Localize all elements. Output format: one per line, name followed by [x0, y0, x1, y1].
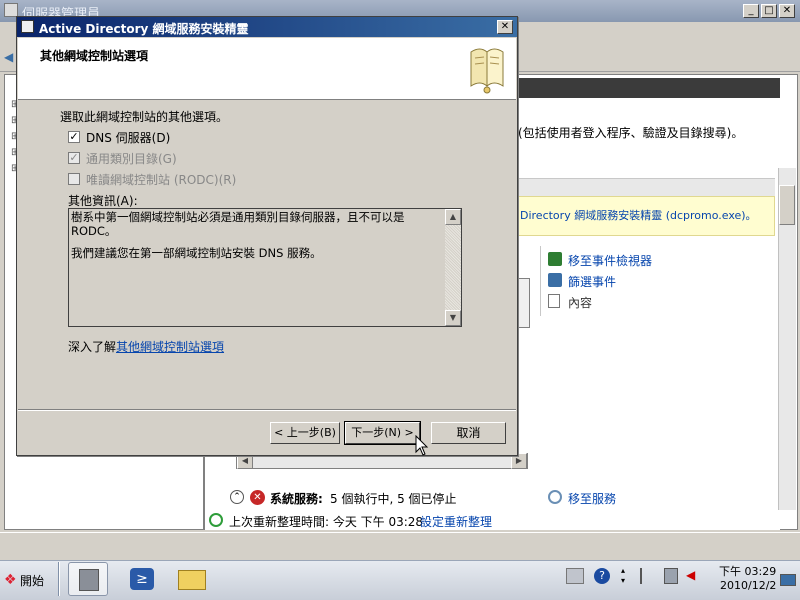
info-line-2: RODC。 [71, 224, 117, 238]
taskbar-powershell[interactable]: ≥ [122, 562, 162, 596]
dns-server-checkbox[interactable]: ✓ [68, 131, 80, 143]
refresh-icon [209, 513, 223, 527]
info-scroll-up-button[interactable]: ▲ [445, 209, 461, 225]
minimize-button[interactable]: _ [743, 4, 759, 18]
page-heading: 其他網域控制站選項 [40, 49, 149, 63]
info-line-1: 樹系中第一個網域控制站必須是通用類別目錄伺服器，且不可以是 [71, 210, 405, 224]
mouse-cursor-icon [415, 435, 429, 456]
dialog-title: Active Directory 網域服務安裝精靈 [39, 22, 249, 36]
next-button[interactable]: 下一步(N) > [344, 421, 421, 445]
taskbar-separator [58, 562, 60, 596]
notice-text[interactable]: Directory 網域服務安裝精靈 (dcpromo.exe)。 [520, 207, 757, 223]
refresh-time: 上次重新整理時間: 今天 下午 03:28 [229, 515, 424, 529]
cancel-button[interactable]: 取消 [431, 422, 506, 444]
info-textbox[interactable]: 樹系中第一個網域控制站必須是通用類別目錄伺服器，且不可以是 RODC。 我們建議… [68, 208, 462, 327]
show-desktop-icon[interactable] [780, 574, 796, 586]
keyboard-icon[interactable] [566, 568, 584, 584]
goto-services-link[interactable]: 移至服務 [568, 490, 616, 507]
maximize-button[interactable]: □ [761, 4, 777, 18]
collapse-icon[interactable]: ⌃ [230, 490, 244, 504]
properties-icon [548, 294, 560, 308]
dialog-header: 其他網域控制站選項 [18, 38, 516, 100]
dialog-titlebar: Active Directory 網域服務安裝精靈 [17, 17, 517, 37]
start-label: 開始 [20, 574, 45, 588]
powershell-icon: ≥ [130, 568, 154, 590]
footer-separator [18, 409, 516, 411]
dns-server-label[interactable]: DNS 伺服器(D) [86, 129, 170, 146]
close-button[interactable]: ✕ [779, 4, 795, 18]
refresh-status-bar: 上次重新整理時間: 今天 下午 03:28 設定重新整理 [205, 510, 780, 530]
configure-refresh-link[interactable]: 設定重新整理 [420, 513, 492, 530]
clock-time[interactable]: 下午 03:29 [719, 563, 776, 579]
volume-muted-icon[interactable]: ◀ [686, 568, 700, 584]
clock-date[interactable]: 2010/12/2 [720, 579, 776, 592]
tray-expand-icon[interactable]: ▴ ▾ [621, 566, 629, 586]
learn-more-text: 深入了解其他網域控制站選項 [68, 338, 224, 355]
options-prompt: 選取此網域控制站的其他選項。 [60, 110, 229, 124]
info-label: 其他資訊(A): [68, 194, 138, 208]
help-icon[interactable]: ? [594, 568, 610, 584]
taskbar-explorer[interactable] [172, 562, 212, 596]
flag-icon[interactable] [640, 568, 654, 584]
status-bar [0, 532, 800, 550]
start-button[interactable]: ❖ 開始 [2, 564, 50, 594]
properties-link[interactable]: 內容 [568, 294, 592, 311]
role-description: (包括使用者登入程序、驗證及目錄搜尋)。 [518, 126, 744, 140]
info-vscrollbar[interactable] [445, 209, 461, 326]
dialog-close-button[interactable]: ✕ [497, 20, 513, 34]
info-scroll-down-button[interactable]: ▼ [445, 310, 461, 326]
folder-icon [178, 570, 206, 590]
main-vscroll-thumb[interactable] [779, 185, 795, 225]
error-icon: ✕ [250, 490, 265, 505]
filter-icon [548, 273, 562, 287]
system-services-label: 系統服務: [270, 492, 323, 506]
rodc-checkbox [68, 173, 80, 185]
back-button[interactable]: < 上一步(B) [270, 422, 340, 444]
network-icon[interactable] [664, 568, 678, 584]
events-table-edge [518, 278, 530, 328]
app-icon [4, 3, 18, 17]
dialog-app-icon [21, 20, 34, 33]
book-icon [470, 48, 504, 94]
global-catalog-checkbox: ✓ [68, 151, 80, 164]
windows-logo-icon: ❖ [4, 572, 17, 588]
goto-event-viewer-link[interactable]: 移至事件檢視器 [568, 252, 652, 269]
learn-more-prefix: 深入了解 [68, 340, 117, 354]
info-line-3: 我們建議您在第一部網域控制站安裝 DNS 服務。 [71, 246, 322, 260]
rodc-label: 唯讀網域控制站 (RODC)(R) [86, 173, 237, 187]
global-catalog-label: 通用類別目錄(G) [86, 152, 177, 166]
filter-events-link[interactable]: 篩選事件 [568, 273, 616, 290]
system-services-status: 5 個執行中, 5 個已停止 [330, 492, 457, 506]
services-gear-icon [548, 490, 562, 504]
learn-more-link[interactable]: 其他網域控制站選項 [116, 340, 224, 354]
taskbar [0, 560, 800, 600]
server-manager-icon [79, 569, 99, 591]
actions-divider [540, 246, 541, 316]
event-viewer-icon [548, 252, 562, 266]
taskbar-server-manager[interactable] [68, 562, 108, 596]
